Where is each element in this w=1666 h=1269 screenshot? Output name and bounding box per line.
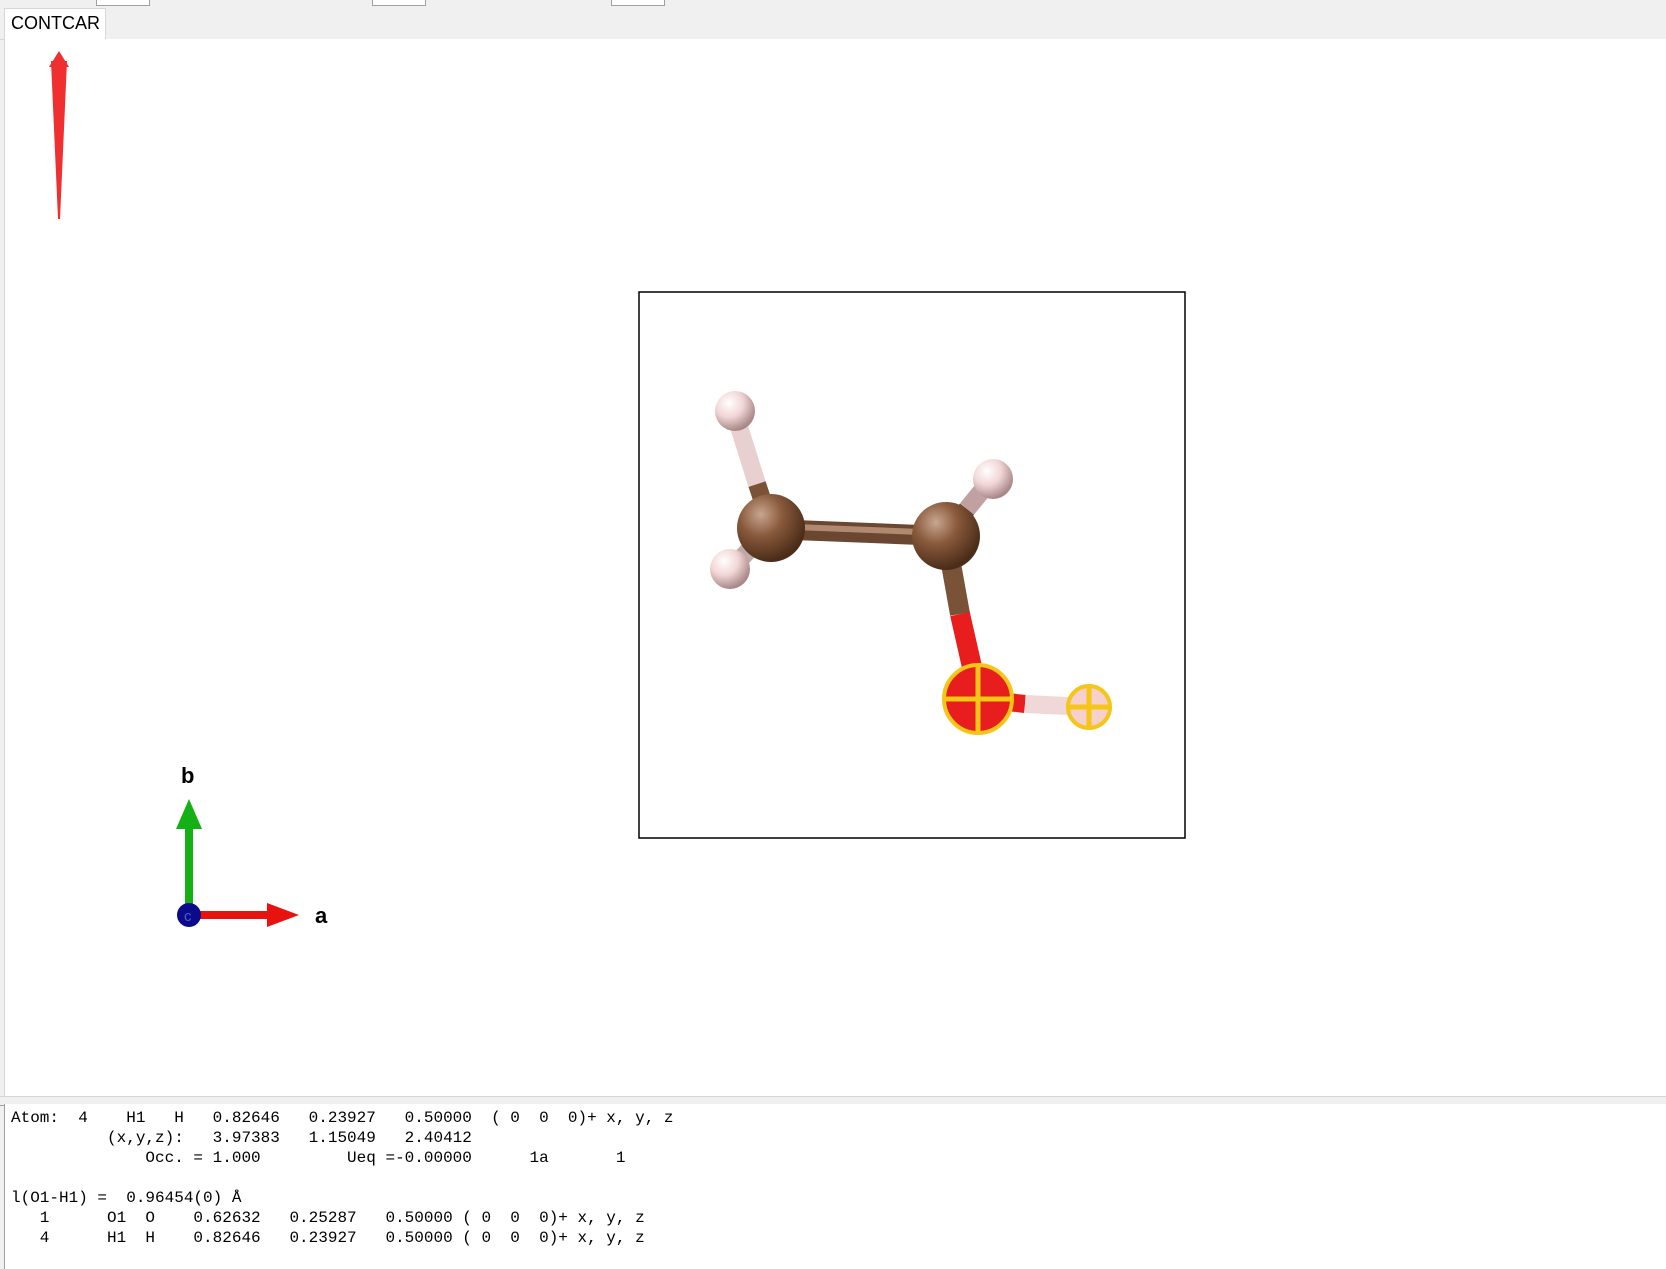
document-tab-bar: CONTCAR [0, 6, 1666, 40]
a-axis-head [267, 903, 299, 927]
bonds [726, 411, 1091, 716]
info-line-2: (x,y,z): 3.97383 1.15049 2.40412 [11, 1129, 472, 1147]
a-axis-label: a [315, 903, 328, 928]
up-direction-arrow [49, 51, 69, 219]
atom-c1[interactable] [737, 494, 805, 562]
atom-h1-selected[interactable] [1066, 684, 1112, 730]
atom-h-top-right[interactable] [973, 459, 1013, 499]
b-axis-head [176, 799, 202, 829]
info-line-3: Occ. = 1.000 Ueq =-0.00000 1a 1 [11, 1149, 626, 1167]
atoms[interactable] [710, 391, 1112, 735]
atom-info-panel: Atom: 4 H1 H 0.82646 0.23927 0.50000 ( 0… [4, 1104, 1666, 1269]
c-axis-label: c [184, 908, 192, 925]
b-axis-label: b [181, 763, 194, 788]
info-line-6: 1 O1 O 0.62632 0.25287 0.50000 ( 0 0 0)+… [11, 1209, 645, 1227]
info-line-5: l(O1-H1) = 0.96454(0) Å [11, 1189, 242, 1207]
tab-contcar[interactable]: CONTCAR [4, 8, 106, 39]
vesta-window: CONTCAR c b a Atom: 4 H1 H 0.82646 0.239… [0, 0, 1666, 1269]
info-line-1: Atom: 4 H1 H 0.82646 0.23927 0.50000 ( 0… [11, 1109, 674, 1127]
atom-h-top-left[interactable] [715, 391, 755, 431]
a-axis-shaft [189, 911, 275, 919]
info-line-7: 4 H1 H 0.82646 0.23927 0.50000 ( 0 0 0)+… [11, 1229, 645, 1247]
atom-o1-selected[interactable] [942, 663, 1014, 735]
b-axis-shaft [185, 819, 193, 915]
axis-triad: c b a [176, 763, 328, 928]
structure-viewport[interactable]: c b a [4, 39, 1666, 1096]
atom-h-bottom-left[interactable] [710, 549, 750, 589]
structure-canvas[interactable]: c b a [5, 39, 1666, 1096]
atom-c2[interactable] [912, 502, 980, 570]
